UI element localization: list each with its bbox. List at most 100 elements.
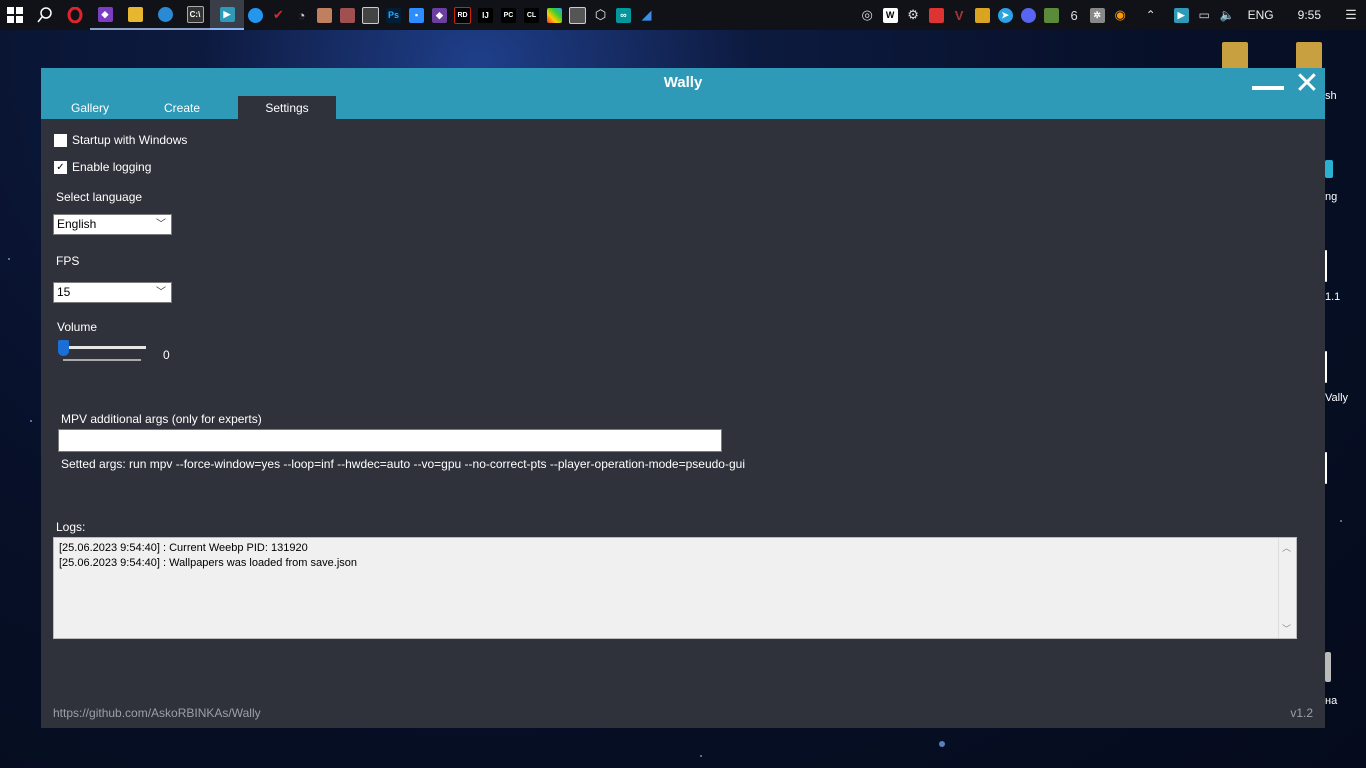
- docker-icon[interactable]: [244, 0, 267, 30]
- close-icon: ✕: [1294, 67, 1320, 100]
- file-explorer-icon[interactable]: [120, 0, 150, 30]
- wally-tray-icon[interactable]: W: [879, 0, 902, 30]
- fps-select[interactable]: 15 ﹀: [53, 282, 172, 303]
- github-link[interactable]: https://github.com/AskoRBINKAs/Wally: [53, 706, 261, 720]
- fps-select-value: 15: [57, 285, 71, 299]
- volume-slider-thumb[interactable]: [58, 340, 69, 356]
- steam-icon[interactable]: ⚙: [902, 0, 925, 30]
- discord-icon[interactable]: [1017, 0, 1040, 30]
- windows-logo-icon: [7, 7, 23, 23]
- app-blue-icon[interactable]: ◢: [635, 0, 658, 30]
- pycharm-icon[interactable]: PC: [497, 0, 520, 30]
- notifications-icon[interactable]: ☰: [1336, 0, 1366, 30]
- desktop-icon-bin[interactable]: [1325, 652, 1331, 682]
- app-char2-icon[interactable]: [336, 0, 359, 30]
- volume-slider-ticks: [63, 359, 141, 361]
- app-gear-icon[interactable]: ✲: [1086, 0, 1109, 30]
- desktop-label: Vally: [1325, 392, 1349, 404]
- app-windows-icon[interactable]: [359, 0, 382, 30]
- desktop-label: sh: [1325, 90, 1337, 102]
- wally-window: Wally ✕ Gallery Create Settings Startup …: [41, 68, 1325, 728]
- wally-icon[interactable]: ▶: [210, 0, 244, 30]
- arduino-icon[interactable]: ∞: [612, 0, 635, 30]
- opera-icon[interactable]: [60, 0, 90, 30]
- app-circle-icon[interactable]: ◉: [1109, 0, 1132, 30]
- search-icon[interactable]: [30, 0, 60, 30]
- star: [1340, 520, 1342, 522]
- language-indicator[interactable]: ENG: [1239, 8, 1283, 22]
- app-clock-icon[interactable]: ◔: [290, 0, 313, 30]
- language-select-value: English: [57, 217, 97, 231]
- system-tray: ◎ W ⚙ V ➤ 6 ✲ ◉ ⌃ ▶ ▭ 🔈 ENG 9:55 ☰: [856, 0, 1366, 30]
- volume-label: Volume: [57, 320, 98, 334]
- desktop-icon-doc[interactable]: [1325, 351, 1327, 383]
- app-stripes-icon[interactable]: [925, 0, 948, 30]
- visual-studio-icon[interactable]: ◆: [90, 0, 120, 30]
- taskbar: ◆ C:\ ▶ ✔ ◔ Ps ▪ ◆ RD IJ PC CL ⬡ ∞ ◢ ◎ W…: [0, 0, 1366, 30]
- star: [30, 420, 32, 422]
- tab-create[interactable]: Create: [147, 96, 217, 119]
- window-title: Wally: [663, 74, 703, 91]
- log-line: [25.06.2023 9:54:40] : Wallpapers was lo…: [59, 557, 357, 569]
- clion-icon[interactable]: CL: [520, 0, 543, 30]
- app-6-icon[interactable]: 6: [1063, 0, 1086, 30]
- volume-icon[interactable]: 🔈: [1216, 0, 1239, 30]
- telegram-icon[interactable]: ➤: [994, 0, 1017, 30]
- desktop-icon-doc[interactable]: [1325, 452, 1327, 484]
- close-button[interactable]: ✕: [1294, 69, 1320, 99]
- volume-slider-track[interactable]: [63, 346, 146, 349]
- tab-gallery[interactable]: Gallery: [58, 96, 122, 119]
- logging-checkbox[interactable]: ✓: [54, 161, 67, 174]
- rider-icon[interactable]: RD: [451, 0, 474, 30]
- logs-textbox[interactable]: [25.06.2023 9:54:40] : Current Weebp PID…: [53, 537, 1297, 639]
- mpv-args-input[interactable]: [58, 429, 722, 452]
- star: [700, 755, 702, 757]
- logs-label: Logs:: [56, 520, 86, 534]
- language-label: Select language: [56, 190, 143, 204]
- chevron-down-icon: ﹀: [156, 287, 166, 298]
- zoom-icon[interactable]: ▪: [405, 0, 428, 30]
- intellij-icon[interactable]: IJ: [474, 0, 497, 30]
- app-image-icon[interactable]: [566, 0, 589, 30]
- desktop-label: ng: [1325, 191, 1338, 203]
- desktop-icon-blue[interactable]: [1325, 160, 1333, 178]
- log-line: [25.06.2023 9:54:40] : Current Weebp PID…: [59, 542, 308, 554]
- unity-icon[interactable]: ⬡: [589, 0, 612, 30]
- minecraft-icon[interactable]: [1040, 0, 1063, 30]
- app-red-icon[interactable]: ✔: [267, 0, 290, 30]
- title-bar[interactable]: Wally ✕ Gallery Create Settings: [41, 68, 1325, 119]
- app-char1-icon[interactable]: [313, 0, 336, 30]
- edge-icon[interactable]: [150, 0, 180, 30]
- tray-app-icon[interactable]: ▶: [1170, 0, 1193, 30]
- magnifier-icon: [37, 7, 52, 23]
- start-icon[interactable]: [0, 0, 30, 30]
- star: [939, 741, 945, 747]
- setted-args-text: Setted args: run mpv --force-window=yes …: [61, 457, 745, 471]
- desktop-label: 1.1: [1325, 291, 1341, 303]
- chevron-up-icon[interactable]: ⌃: [1132, 0, 1170, 30]
- logging-label: Enable logging: [72, 160, 152, 174]
- scroll-down-icon[interactable]: ﹀: [1282, 622, 1291, 635]
- minimize-button[interactable]: [1252, 86, 1284, 90]
- network-icon[interactable]: ▭: [1193, 0, 1216, 30]
- terminal-icon[interactable]: C:\: [180, 0, 210, 30]
- desktop-icon-doc[interactable]: [1325, 250, 1327, 282]
- logs-scrollbar[interactable]: ︿ ﹀: [1278, 538, 1296, 638]
- tab-settings[interactable]: Settings: [238, 96, 336, 119]
- mpv-args-label: MPV additional args (only for experts): [61, 412, 262, 426]
- chevron-down-icon: ﹀: [156, 219, 166, 230]
- language-select[interactable]: English ﹀: [53, 214, 172, 235]
- photoshop-icon[interactable]: Ps: [382, 0, 405, 30]
- app-yellow-icon[interactable]: [971, 0, 994, 30]
- clock[interactable]: 9:55: [1283, 8, 1336, 22]
- chrome-icon[interactable]: ◎: [856, 0, 879, 30]
- star: [8, 258, 10, 260]
- version-label: v1.2: [1290, 706, 1313, 720]
- app-multicolor-icon[interactable]: [543, 0, 566, 30]
- vscode-icon[interactable]: ◆: [428, 0, 451, 30]
- startup-checkbox[interactable]: [54, 134, 67, 147]
- desktop-label: на: [1325, 695, 1338, 707]
- scroll-up-icon[interactable]: ︿: [1282, 541, 1291, 554]
- app-v-icon[interactable]: V: [948, 0, 971, 30]
- volume-value: 0: [163, 348, 170, 362]
